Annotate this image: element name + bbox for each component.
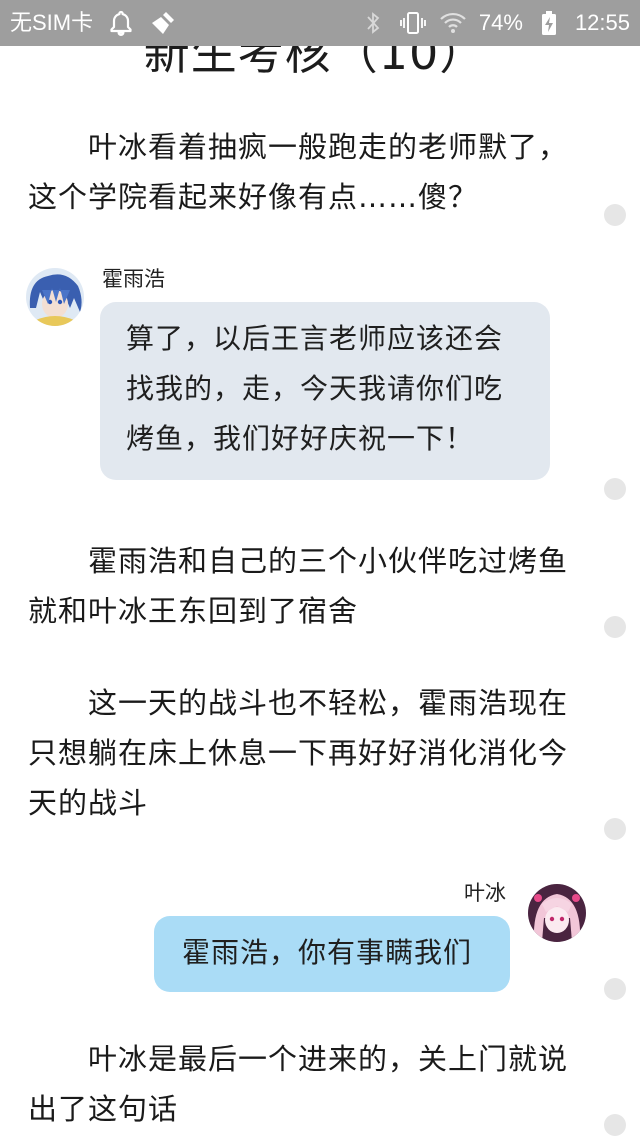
clock: 12:55 bbox=[574, 10, 630, 35]
status-bar-left: 无SIM卡 bbox=[10, 0, 177, 46]
speaker-name: 霍雨浩 bbox=[102, 267, 165, 291]
bell-icon bbox=[107, 9, 135, 37]
battery-percent: 74% bbox=[478, 10, 523, 35]
battery-charging-icon bbox=[535, 9, 563, 37]
status-bar: 无SIM卡 74% 12:55 bbox=[0, 0, 640, 46]
scroll-dot[interactable] bbox=[604, 818, 626, 840]
scroll-dot[interactable] bbox=[604, 616, 626, 638]
scroll-dot[interactable] bbox=[604, 478, 626, 500]
chat-bubble: 霍雨浩，你有事瞒我们 bbox=[154, 916, 510, 992]
bluetooth-icon bbox=[359, 9, 387, 37]
scroll-dot[interactable] bbox=[604, 1114, 626, 1136]
wifi-icon bbox=[439, 9, 467, 37]
story-paragraph: 霍雨浩和自己的三个小伙伴吃过烤鱼就和叶冰王东回到了宿舍 bbox=[28, 544, 569, 628]
story-paragraph: 这一天的战斗也不轻松，霍雨浩现在只想躺在床上休息一下再好好消化消化今天的战斗 bbox=[28, 686, 569, 820]
status-bar-right: 74% 12:55 bbox=[359, 0, 630, 46]
speaker-name: 叶冰 bbox=[464, 881, 506, 905]
carrier-label: 无SIM卡 bbox=[10, 10, 94, 35]
avatar-ye-bing[interactable] bbox=[528, 884, 586, 942]
vibrate-icon bbox=[399, 9, 427, 37]
scroll-dot[interactable] bbox=[604, 978, 626, 1000]
avatar-huo-yuhao[interactable] bbox=[26, 268, 84, 326]
scroll-dot[interactable] bbox=[604, 204, 626, 226]
clean-broom-icon bbox=[149, 9, 177, 37]
story-paragraph: 叶冰看着抽疯一般跑走的老师默了，这个学院看起来好像有点……傻？ bbox=[28, 130, 569, 214]
story-paragraph: 叶冰是最后一个进来的，关上门就说出了这句话 bbox=[28, 1042, 569, 1126]
chat-bubble: 算了，以后王言老师应该还会找我的，走，今天我请你们吃烤鱼，我们好好庆祝一下！ bbox=[100, 302, 550, 480]
